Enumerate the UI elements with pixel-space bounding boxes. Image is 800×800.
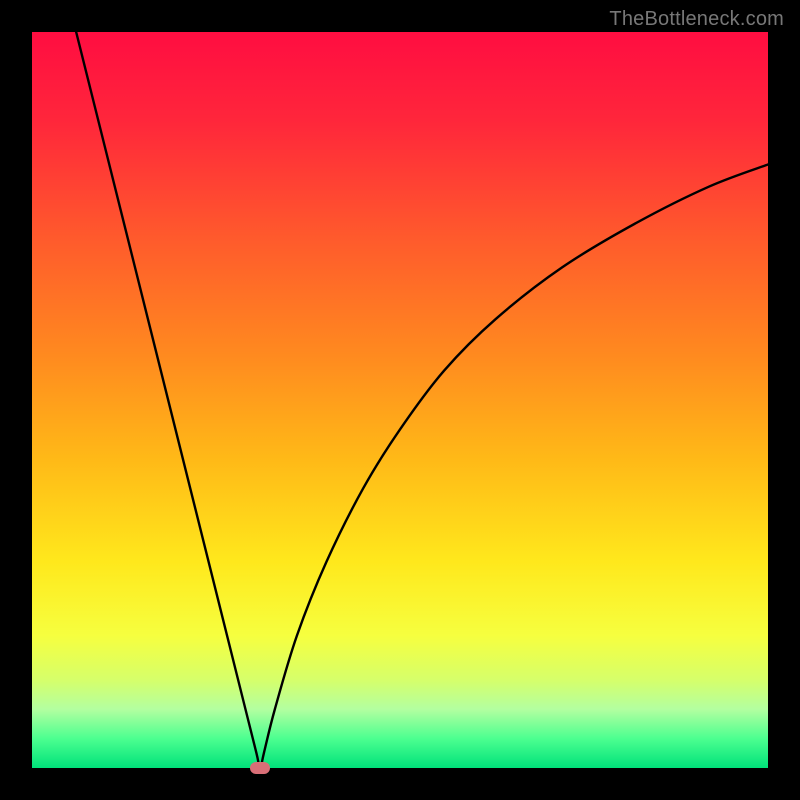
minimum-marker <box>250 762 270 774</box>
plot-area <box>32 32 768 768</box>
watermark-text: TheBottleneck.com <box>609 8 784 31</box>
bottleneck-curve-path <box>76 32 768 768</box>
chart-frame: TheBottleneck.com <box>0 0 800 800</box>
curve-svg <box>32 32 768 768</box>
